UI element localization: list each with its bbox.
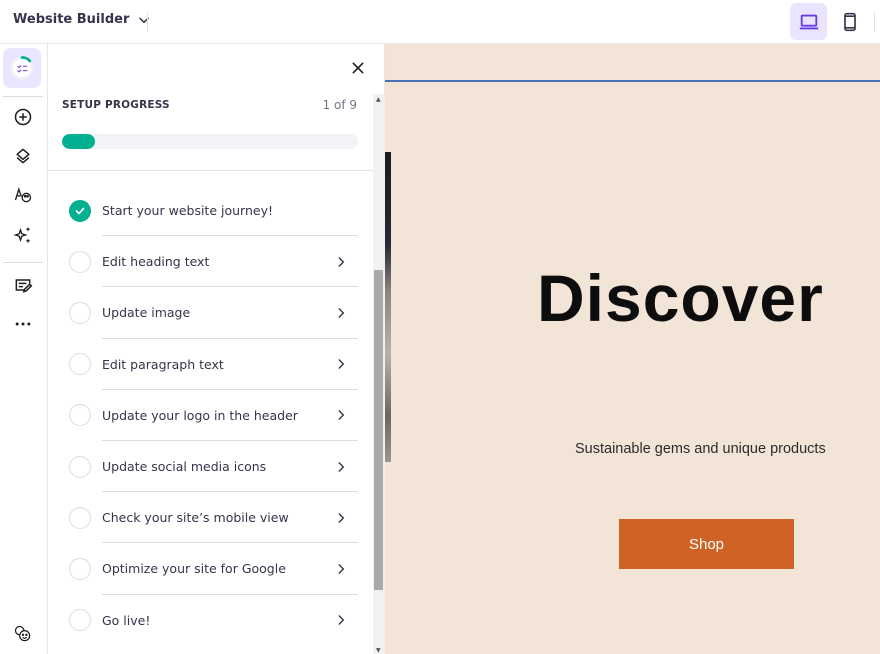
chevron-right-icon <box>338 461 345 472</box>
more-button[interactable] <box>5 306 41 342</box>
task-item[interactable]: Update social media icons <box>62 441 358 493</box>
section-boundary-line <box>385 80 880 82</box>
website-canvas: Discover Sustainable gems and unique pro… <box>385 44 880 654</box>
task-item[interactable]: Update your logo in the header <box>62 390 358 441</box>
empty-circle-icon <box>69 353 91 376</box>
help-button[interactable] <box>5 616 41 652</box>
phone-icon <box>843 12 856 31</box>
add-element-button[interactable] <box>5 99 41 135</box>
task-item[interactable]: Optimize your site for Google <box>62 543 358 595</box>
pages-button[interactable] <box>5 267 41 303</box>
divider <box>48 170 374 171</box>
empty-circle-icon <box>69 250 91 273</box>
task-label: Edit paragraph text <box>102 356 224 372</box>
divider <box>874 12 875 32</box>
task-label: Go live! <box>102 612 151 628</box>
scroll-down-arrow-icon[interactable]: ▼ <box>376 647 381 654</box>
divider <box>3 96 43 97</box>
scroll-up-arrow-icon[interactable]: ▲ <box>376 96 381 103</box>
task-label: Start your website journey! <box>102 203 273 219</box>
laptop-icon <box>799 14 818 29</box>
task-label: Update social media icons <box>102 459 267 475</box>
chevron-right-icon <box>338 615 345 625</box>
setup-progress-bar <box>62 134 358 149</box>
task-list: Start your website journey! Edit heading … <box>62 185 358 646</box>
close-icon <box>352 62 364 74</box>
setup-progress-count: 1 of 9 <box>322 98 357 112</box>
empty-circle-icon <box>69 609 91 632</box>
hero-subheading[interactable]: Sustainable gems and unique products <box>575 441 826 457</box>
ai-tools-button[interactable] <box>5 217 41 253</box>
chevron-right-icon <box>338 359 345 369</box>
setup-progress-button[interactable] <box>3 48 41 88</box>
check-circle-icon <box>69 199 91 222</box>
chevron-right-icon <box>338 256 345 267</box>
task-item[interactable]: Edit paragraph text <box>62 339 358 390</box>
setup-progress-title: SETUP PROGRESS <box>62 99 170 111</box>
task-item[interactable]: Edit heading text <box>62 236 358 288</box>
edit-note-icon <box>15 279 33 293</box>
divider <box>3 262 43 263</box>
mobile-view-button[interactable] <box>831 3 868 40</box>
hero-heading[interactable]: Discover <box>537 260 824 336</box>
checklist-progress-icon <box>10 56 34 80</box>
desktop-view-button[interactable] <box>790 3 827 40</box>
app-switcher[interactable]: Website Builder <box>13 12 151 27</box>
chevron-down-icon <box>139 16 150 23</box>
empty-circle-icon <box>69 455 91 478</box>
setup-progress-fill <box>62 134 95 149</box>
panel-scrollbar[interactable]: ▲ ▼ <box>373 94 385 654</box>
task-item[interactable]: Update image <box>62 287 358 339</box>
plus-circle-icon <box>14 108 32 126</box>
chevron-right-icon <box>338 564 345 574</box>
divider <box>147 12 148 32</box>
close-panel-button[interactable] <box>348 58 368 78</box>
layers-icon <box>16 148 30 164</box>
layers-button[interactable] <box>5 138 41 174</box>
scrollbar-thumb[interactable] <box>374 270 383 590</box>
task-item[interactable]: Go live! <box>62 595 358 646</box>
chevron-right-icon <box>338 308 345 318</box>
task-label: Update image <box>102 305 191 321</box>
styles-button[interactable] <box>5 177 41 213</box>
sparkles-icon <box>13 226 31 244</box>
setup-progress-panel: SETUP PROGRESS 1 of 9 Start your website… <box>48 44 385 654</box>
task-label: Optimize your site for Google <box>102 561 286 577</box>
task-label: Update your logo in the header <box>102 407 298 423</box>
empty-circle-icon <box>69 404 91 427</box>
top-bar: Website Builder <box>0 0 880 44</box>
more-horizontal-icon <box>15 322 31 326</box>
chevron-right-icon <box>338 410 345 421</box>
shop-button[interactable]: Shop <box>619 519 794 569</box>
smiley-chat-icon <box>14 625 31 642</box>
task-label: Check your site’s mobile view <box>102 510 289 526</box>
app-title: Website Builder <box>13 12 130 27</box>
empty-circle-icon <box>69 301 91 324</box>
chevron-right-icon <box>338 512 345 523</box>
left-rail <box>0 44 48 654</box>
empty-circle-icon <box>69 557 91 580</box>
palette-icon <box>14 186 32 203</box>
task-label: Edit heading text <box>102 254 210 270</box>
task-item[interactable]: Start your website journey! <box>62 185 358 237</box>
hero-image[interactable] <box>385 152 391 462</box>
task-item[interactable]: Check your site’s mobile view <box>62 492 358 544</box>
empty-circle-icon <box>69 506 91 529</box>
